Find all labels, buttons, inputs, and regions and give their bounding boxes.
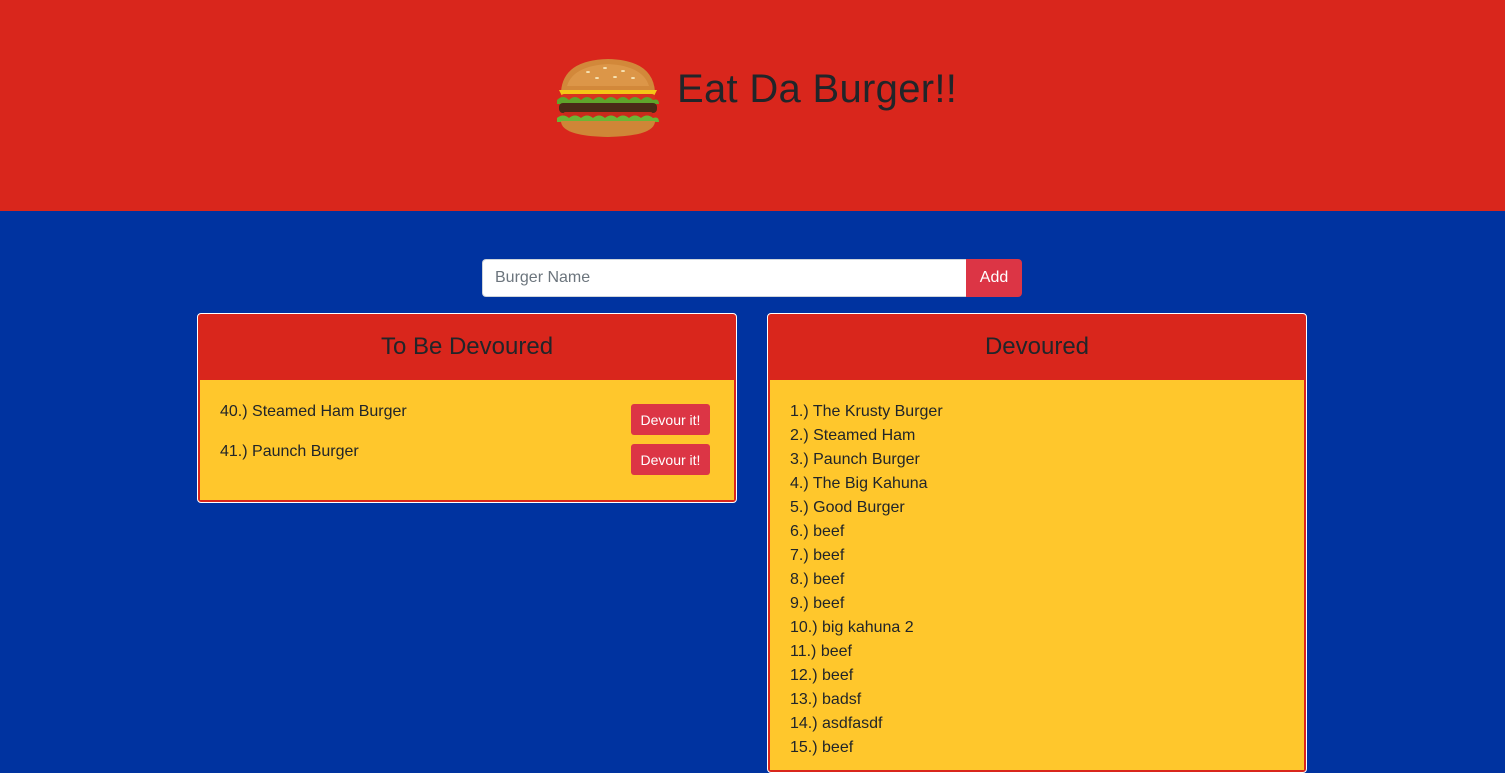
list-item: 13.) badsf (790, 691, 862, 708)
list-item: 41.) Paunch Burger Devour it! (220, 442, 714, 482)
list-item: 15.) beef (790, 739, 854, 756)
to-be-devoured-list: 40.) Steamed Ham Burger Devour it! 41.) … (200, 380, 734, 500)
list-item: 3.) Paunch Burger (790, 451, 920, 468)
page-title: Eat Da Burger!! (677, 67, 958, 111)
devour-button[interactable]: Devour it! (631, 404, 710, 435)
list-item: 14.) asdfasdf (790, 715, 883, 732)
to-be-devoured-title: To Be Devoured (380, 333, 554, 360)
burger-name-input[interactable] (482, 259, 966, 297)
burger-icon (557, 59, 659, 137)
list-item: 8.) beef (790, 571, 845, 588)
list-item: 1.) The Krusty Burger (790, 403, 943, 420)
list-item: 5.) Good Burger (790, 499, 905, 516)
add-button[interactable]: Add (966, 259, 1022, 297)
brand: Eat Da Burger!! (553, 56, 957, 140)
list-item: 11.) beef (790, 643, 852, 660)
devoured-list: 1.) The Krusty Burger 2.) Steamed Ham 3.… (790, 402, 1284, 762)
devoured-panel: Devoured 1.) The Krusty Burger 2.) Steam… (767, 313, 1307, 773)
devoured-title: Devoured (984, 333, 1090, 360)
list-item: 9.) beef (790, 595, 845, 612)
burger-label: 40.) Steamed Ham Burger (220, 403, 407, 420)
list-item: 6.) beef (790, 523, 845, 540)
list-item: 12.) beef (790, 667, 854, 684)
list-item: 40.) Steamed Ham Burger Devour it! (220, 402, 714, 442)
devour-button[interactable]: Devour it! (631, 444, 710, 475)
page-header: Eat Da Burger!! (0, 0, 1505, 211)
list-item: 4.) The Big Kahuna (790, 475, 928, 492)
list-item: 7.) beef (790, 547, 845, 564)
list-item: 10.) big kahuna 2 (790, 619, 914, 636)
list-item: 2.) Steamed Ham (790, 427, 916, 444)
burger-label: 41.) Paunch Burger (220, 443, 359, 460)
devoured-list-container: 1.) The Krusty Burger 2.) Steamed Ham 3.… (770, 380, 1304, 770)
add-burger-form: Add (482, 259, 1022, 297)
to-be-devoured-panel: To Be Devoured 40.) Steamed Ham Burger D… (197, 313, 737, 503)
